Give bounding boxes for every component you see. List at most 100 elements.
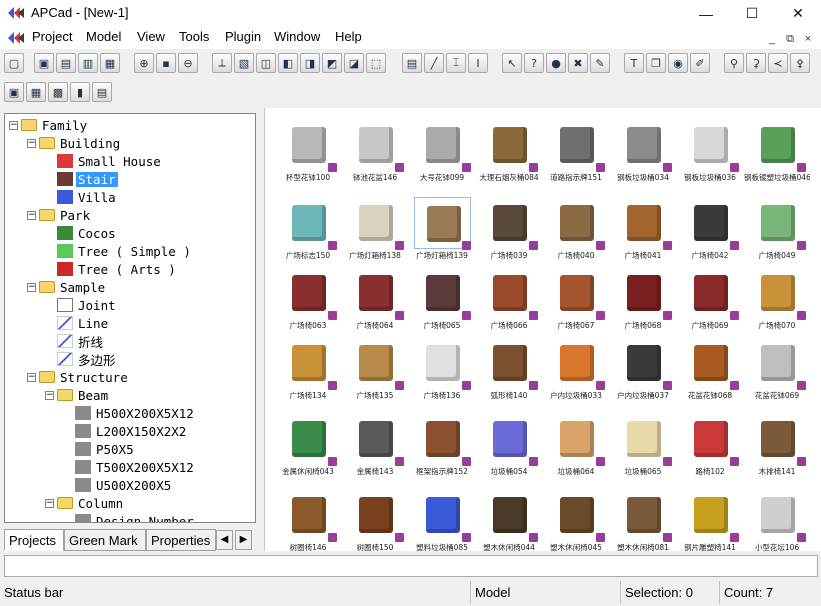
gallery-item[interactable]: 树圈椅146 (275, 484, 341, 551)
gallery-item[interactable]: 广场椅066 (476, 262, 542, 330)
collapse-toggle-icon[interactable]: − (45, 390, 54, 400)
tree-node[interactable]: − Family (9, 116, 89, 134)
zoom-in-icon[interactable]: ⊕ (134, 53, 154, 73)
collapse-toggle-icon[interactable]: − (27, 282, 36, 292)
tab-green-mark[interactable]: Green Mark (64, 529, 146, 551)
collapse-toggle-icon[interactable]: − (9, 120, 18, 130)
menu-window[interactable]: Window (274, 29, 320, 44)
collapse-toggle-icon[interactable]: − (27, 138, 36, 148)
gallery-item[interactable]: 钢板镀塑垃圾桶046 (744, 114, 810, 182)
axis-icon[interactable]: ⟂ (212, 53, 232, 73)
tree-node[interactable]: − Structure (27, 368, 130, 386)
gallery-item[interactable]: 广场标志150 (275, 192, 341, 260)
tree-node[interactable]: U500X200X5 (63, 476, 173, 494)
gallery-item[interactable]: 广场椅070 (744, 262, 810, 330)
gallery-item[interactable]: 垃圾桶054 (476, 408, 542, 476)
close-button[interactable]: ✕ (775, 0, 821, 27)
tree-node[interactable]: H500X200X5X12 (63, 404, 196, 422)
tab-scroll-left-button[interactable]: ◀ (216, 530, 233, 550)
tree-node[interactable]: − Column (45, 494, 125, 512)
menu-help[interactable]: Help (335, 29, 362, 44)
globe-icon[interactable]: ◉ (668, 53, 688, 73)
tree-node[interactable]: Tree ( Simple ) (45, 242, 193, 260)
tree-node[interactable]: L200X150X2X2 (63, 422, 188, 440)
gallery-item[interactable]: 塑木休闲椅081 (610, 484, 676, 551)
menu-project[interactable]: Project (32, 29, 72, 44)
gallery-item[interactable]: 广场椅041 (610, 192, 676, 260)
menu-tools[interactable]: Tools (179, 29, 209, 44)
delete-icon[interactable]: ▤ (92, 82, 112, 102)
gallery-item[interactable]: 塑木休闲椅044 (476, 484, 542, 551)
mdi-minimize-button[interactable]: _ (764, 31, 780, 47)
gallery-item[interactable]: 广场椅069 (677, 262, 743, 330)
minimize-button[interactable]: — (683, 0, 729, 27)
section-icon[interactable]: Ⅰ (468, 53, 488, 73)
view-top-icon[interactable]: ◪ (344, 53, 364, 73)
gallery-item[interactable]: 路椅102 (677, 408, 743, 476)
tree-node[interactable]: Joint (45, 296, 118, 314)
gallery-item[interactable]: 广场椅136 (409, 332, 475, 400)
gallery-item[interactable]: 广场椅042 (677, 192, 743, 260)
gallery-item[interactable]: 框架指示牌152 (409, 408, 475, 476)
gallery-item[interactable]: 广场椅064 (342, 262, 408, 330)
gallery-item[interactable]: 广场椅049 (744, 192, 810, 260)
menu-plugin[interactable]: Plugin (225, 29, 261, 44)
gallery-item[interactable]: 花盆花钵069 (744, 332, 810, 400)
copy-icon[interactable]: ❐ (646, 53, 666, 73)
gallery-item[interactable]: 树圈椅150 (342, 484, 408, 551)
palette-icon[interactable]: ✐ (690, 53, 710, 73)
gallery-item[interactable]: 广场椅067 (543, 262, 609, 330)
tree-1-icon[interactable]: ⚲ (724, 53, 744, 73)
collapse-toggle-icon[interactable]: − (27, 372, 36, 382)
mdi-close-button[interactable]: × (800, 31, 816, 47)
zoom-out-icon[interactable]: ⊖ (178, 53, 198, 73)
tree-node[interactable]: − Sample (27, 278, 107, 296)
tree-node[interactable]: Tree ( Arts ) (45, 260, 178, 278)
tree-node[interactable]: − Building (27, 134, 122, 152)
gallery-item[interactable]: 广场椅134 (275, 332, 341, 400)
tree-node[interactable]: P50X5 (63, 440, 136, 458)
gallery-item[interactable]: 广场椅039 (476, 192, 542, 260)
tree-3-icon[interactable]: ⚴ (790, 53, 810, 73)
tree-node[interactable]: Line (45, 314, 110, 332)
layout-3-icon[interactable]: ▦ (100, 53, 120, 73)
gallery-item[interactable]: 钢片雕塑椅141 (677, 484, 743, 551)
help-cursor-icon[interactable]: ? (524, 53, 544, 73)
gallery-item[interactable]: 塑料垃圾桶085 (409, 484, 475, 551)
green-mark-icon[interactable]: ● (546, 53, 566, 73)
share-icon[interactable]: ≺ (768, 53, 788, 73)
menu-model[interactable]: Model (86, 29, 121, 44)
gallery-item[interactable]: 垃圾桶065 (610, 408, 676, 476)
view-right-icon[interactable]: ◩ (322, 53, 342, 73)
gallery-item[interactable]: 广场椅040 (543, 192, 609, 260)
gallery-item[interactable]: 钢板垃圾桶034 (610, 114, 676, 182)
gallery-item[interactable]: 广场灯箱椅139 (409, 192, 475, 260)
gallery-item[interactable]: 大理石烟灰桶084 (476, 114, 542, 182)
maximize-button[interactable]: ☐ (729, 0, 775, 27)
gallery-item[interactable]: 广场椅065 (409, 262, 475, 330)
gallery-item[interactable]: 广场椅135 (342, 332, 408, 400)
gallery-item[interactable]: 户内垃圾桶037 (610, 332, 676, 400)
view-back-icon[interactable]: ◧ (278, 53, 298, 73)
view-bottom-icon[interactable]: ⬚ (366, 53, 386, 73)
new-file-icon[interactable]: ▢ (4, 53, 24, 73)
gallery-item[interactable]: 垃圾桶064 (543, 408, 609, 476)
view-left-icon[interactable]: ◨ (300, 53, 320, 73)
open-icon[interactable]: ▣ (4, 82, 24, 102)
menu-view[interactable]: View (137, 29, 165, 44)
tree-node[interactable]: − Beam (45, 386, 110, 404)
tree-node[interactable]: 多边形 (45, 350, 118, 368)
pen-icon[interactable]: ✎ (590, 53, 610, 73)
tree-node[interactable]: Stair (45, 170, 118, 188)
line-tool-icon[interactable]: ╱ (424, 53, 444, 73)
command-input[interactable] (4, 555, 818, 577)
gallery-item[interactable]: 户内垃圾桶033 (543, 332, 609, 400)
new-window-icon[interactable]: ▣ (34, 53, 54, 73)
select-icon[interactable]: ↖ (502, 53, 522, 73)
tree-node[interactable]: T500X200X5X12 (63, 458, 196, 476)
tab-properties[interactable]: Properties (146, 529, 216, 551)
tree-node[interactable]: − Park (27, 206, 92, 224)
gallery-item[interactable]: 大号花钵099 (409, 114, 475, 182)
tab-projects[interactable]: Projects (4, 529, 64, 551)
lock-icon[interactable]: ▮ (70, 82, 90, 102)
